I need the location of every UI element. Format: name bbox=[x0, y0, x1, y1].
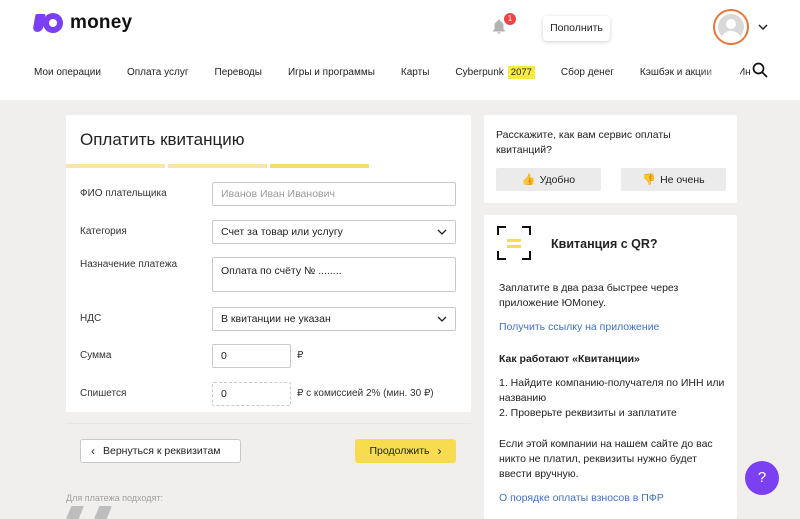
continue-button-label: Продолжить bbox=[369, 445, 430, 457]
payment-methods-note: Для платежа подходят: bbox=[66, 493, 163, 503]
vat-select[interactable]: В квитанции не указан bbox=[212, 307, 456, 331]
main-nav: Мои операции Оплата услуг Переводы Игры … bbox=[34, 62, 777, 82]
feedback-question: Расскажите, как вам сервис оплаты квитан… bbox=[496, 129, 671, 156]
payment-methods-logos bbox=[66, 506, 122, 519]
continue-button[interactable]: Продолжить › bbox=[355, 439, 456, 463]
purpose-textarea[interactable]: Оплата по счёту № ........ bbox=[212, 257, 456, 292]
search-icon[interactable] bbox=[752, 62, 768, 78]
nav-item-pay-services[interactable]: Оплата услуг bbox=[127, 67, 189, 78]
thumbs-down-icon: 👎 bbox=[642, 174, 657, 186]
purpose-label: Назначение платежа bbox=[80, 259, 178, 270]
qr-scan-icon bbox=[497, 226, 531, 260]
feedback-bad-label: Не очень bbox=[660, 173, 705, 186]
back-to-details-button[interactable]: ‹ Вернуться к реквизитам bbox=[80, 439, 241, 463]
notification-badge: 1 bbox=[504, 13, 516, 25]
progress-steps bbox=[66, 164, 471, 168]
progress-step-1 bbox=[66, 164, 165, 168]
logo-mark-icon bbox=[32, 12, 64, 34]
category-label: Категория bbox=[80, 226, 127, 237]
get-app-link[interactable]: Получить ссылку на приложение bbox=[499, 321, 659, 333]
page-title: Оплатить квитанцию bbox=[80, 130, 245, 149]
thumbs-up-icon: 👍 bbox=[521, 174, 536, 186]
commission-note: ₽ с комиссией 2% (мин. 30 ₽) bbox=[297, 388, 434, 399]
category-value: Счет за товар или услугу bbox=[221, 226, 343, 238]
avatar[interactable] bbox=[713, 9, 749, 45]
chevron-right-icon: › bbox=[437, 444, 442, 458]
back-button-label: Вернуться к реквизитам bbox=[103, 445, 221, 457]
sum-input[interactable]: 0 bbox=[212, 344, 291, 368]
vat-label: НДС bbox=[80, 313, 102, 324]
nav-item-my-operations[interactable]: Мои операции bbox=[34, 67, 101, 78]
user-icon bbox=[718, 14, 744, 40]
logo-text: money bbox=[70, 12, 133, 33]
sum-currency: ₽ bbox=[297, 350, 304, 361]
manual-entry-info: Если этой компании на нашем сайте до вас… bbox=[499, 438, 713, 480]
feedback-card: Расскажите, как вам сервис оплаты квитан… bbox=[484, 115, 737, 203]
form-divider bbox=[66, 423, 471, 424]
payer-label: ФИО плательщика bbox=[80, 188, 167, 199]
nav-item-transfers[interactable]: Переводы bbox=[215, 67, 262, 78]
nav-item-cards[interactable]: Карты bbox=[401, 67, 430, 78]
qr-description: Заплатите в два раза быстрее через прило… bbox=[499, 282, 679, 309]
chevron-left-icon: ‹ bbox=[91, 444, 95, 458]
how-step-2: 2. Проверьте реквизиты и заплатите bbox=[499, 407, 677, 419]
how-step-1: 1. Найдите компанию-получателя по ИНН ил… bbox=[499, 377, 725, 404]
chevron-down-icon bbox=[437, 229, 447, 235]
vat-value: В квитанции не указан bbox=[221, 313, 331, 325]
how-it-works-title: Как работают «Квитанции» bbox=[499, 353, 640, 365]
top-header: money 1 Пополнить Мои операции Оплата ус… bbox=[0, 0, 800, 100]
chevron-down-icon[interactable] bbox=[758, 22, 768, 32]
nav-item-cyberpunk-label: Cyberpunk bbox=[455, 66, 504, 78]
charge-amount: 0 bbox=[212, 382, 291, 406]
sum-label: Сумма bbox=[80, 350, 112, 361]
payment-system-icon bbox=[66, 506, 84, 519]
nav-fade bbox=[700, 58, 740, 84]
logo[interactable]: money bbox=[32, 12, 133, 34]
chevron-down-icon bbox=[437, 316, 447, 322]
payment-system-icon bbox=[94, 506, 112, 519]
qr-info-card: Квитанция с QR? Заплатите в два раза быс… bbox=[484, 215, 737, 519]
nav-item-fundraising[interactable]: Сбор денег bbox=[561, 67, 614, 78]
progress-step-3 bbox=[270, 164, 369, 168]
feedback-good-label: Удобно bbox=[539, 173, 576, 186]
nav-item-cyberpunk[interactable]: Cyberpunk 2077 bbox=[455, 65, 535, 79]
payer-name-input[interactable]: Иванов Иван Иванович bbox=[212, 182, 456, 206]
charge-label: Спишется bbox=[80, 388, 127, 399]
help-button[interactable]: ? bbox=[745, 461, 779, 495]
nav-item-games[interactable]: Игры и программы bbox=[288, 67, 375, 78]
cyberpunk-badge: 2077 bbox=[507, 65, 535, 79]
notifications-button[interactable]: 1 bbox=[490, 13, 516, 38]
pfr-payment-link[interactable]: О порядке оплаты взносов в ПФР bbox=[499, 492, 664, 504]
feedback-bad-button[interactable]: 👎 Не очень bbox=[621, 168, 726, 191]
topup-button[interactable]: Пополнить bbox=[543, 16, 610, 41]
qr-title: Квитанция с QR? bbox=[551, 237, 658, 251]
category-select[interactable]: Счет за товар или услугу bbox=[212, 220, 456, 244]
feedback-good-button[interactable]: 👍 Удобно bbox=[496, 168, 601, 191]
progress-step-2 bbox=[168, 164, 267, 168]
